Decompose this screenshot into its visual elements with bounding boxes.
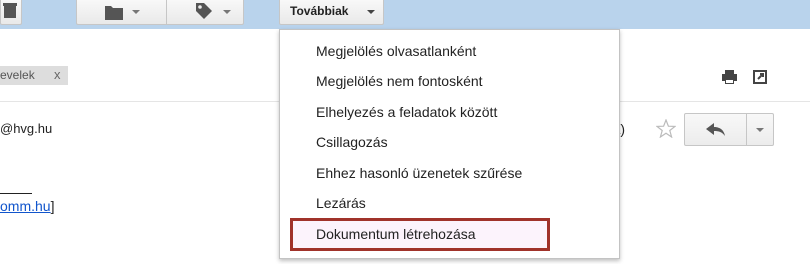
menu-item-add-to-tasks[interactable]: Elhelyezés a feladatok között (316, 104, 497, 120)
chevron-down-icon (223, 10, 231, 14)
chevron-down-icon (367, 10, 375, 14)
link-bracket: ] (50, 198, 55, 214)
toolbar: Továbbiak (0, 0, 810, 29)
new-window-icon[interactable] (753, 70, 767, 84)
menu-item-mark-unread[interactable]: Megjelölés olvasatlanként (316, 43, 476, 59)
body-link-line: omm.hu] (0, 198, 54, 214)
more-actions-menu: Megjelölés olvasatlanként Megjelölés nem… (279, 29, 620, 259)
print-icon[interactable] (722, 70, 737, 84)
reply-group (684, 113, 774, 146)
archive-button[interactable] (0, 0, 22, 25)
menu-item-create-document[interactable]: Dokumentum létrehozása (316, 226, 476, 242)
move-to-button[interactable] (76, 0, 166, 25)
star-icon[interactable] (656, 119, 676, 138)
more-button-label: Továbbiak (290, 4, 349, 18)
chevron-down-icon (132, 10, 140, 14)
archive-icon (3, 3, 17, 18)
menu-item-mark-not-important[interactable]: Megjelölés nem fontosként (316, 73, 483, 89)
menu-item-filter-similar[interactable]: Ehhez hasonló üzenetek szűrése (316, 165, 522, 181)
reply-button[interactable] (684, 113, 747, 146)
chevron-down-icon (756, 128, 764, 132)
tag-icon (196, 3, 212, 19)
label-chip: evelek x (0, 66, 68, 85)
menu-item-star[interactable]: Csillagozás (316, 134, 388, 150)
reply-icon (706, 123, 725, 136)
label-chip-text: evelek (0, 68, 35, 82)
menu-item-mute[interactable]: Lezárás (316, 195, 366, 211)
sender-address: @hvg.hu (0, 121, 53, 136)
remove-label-button[interactable]: x (54, 67, 61, 82)
body-link[interactable]: omm.hu (0, 198, 51, 214)
text-underline (0, 193, 32, 194)
folder-icon (105, 6, 123, 20)
labels-button[interactable] (166, 0, 244, 25)
reply-more-button[interactable] (747, 113, 774, 146)
more-button[interactable]: Továbbiak (279, 0, 384, 25)
